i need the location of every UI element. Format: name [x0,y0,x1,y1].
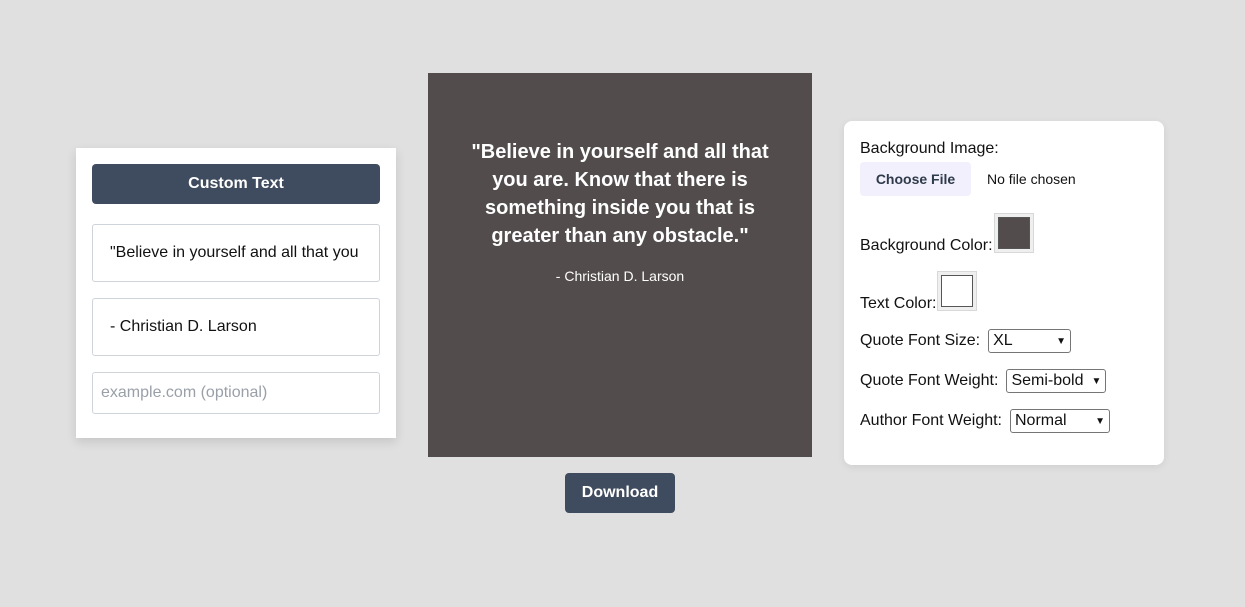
quote-preview-canvas: "Believe in yourself and all that you ar… [428,73,812,457]
author-font-weight-value: Normal [1015,412,1067,429]
quote-font-weight-label: Quote Font Weight: [860,372,999,389]
text-color-swatch [941,275,974,307]
background-color-picker[interactable] [993,213,1034,253]
text-color-row: Text Color: [860,271,978,313]
settings-panel: Background Image: Choose File No file ch… [844,121,1164,465]
file-status-text: No file chosen [987,171,1076,187]
text-editor-card: Custom Text [76,148,396,438]
background-color-row: Background Color: [860,213,1034,255]
quote-font-weight-select[interactable]: Semi-bold ▼ [1006,369,1107,393]
quote-font-weight-row: Quote Font Weight: Semi-bold ▼ [860,369,1107,393]
quote-font-size-value: XL [993,332,1013,349]
choose-file-button[interactable]: Choose File [860,162,971,196]
background-image-label: Background Image: [860,140,999,157]
background-color-swatch [997,217,1030,249]
background-image-file-picker: Choose File No file chosen [860,162,1076,196]
preview-author-text: - Christian D. Larson [555,268,685,284]
text-color-label: Text Color: [860,295,937,312]
website-input[interactable] [92,372,380,414]
quote-image-generator: Custom Text "Believe in yourself and all… [0,0,1245,607]
quote-font-size-label: Quote Font Size: [860,332,981,349]
chevron-down-icon: ▼ [1091,375,1102,387]
text-color-picker[interactable] [937,271,978,311]
preview-quote-text: "Believe in yourself and all that you ar… [471,141,769,247]
chevron-down-icon: ▼ [1056,335,1067,347]
chevron-down-icon: ▼ [1095,415,1105,427]
custom-text-button[interactable]: Custom Text [92,164,380,204]
quote-font-size-row: Quote Font Size: XL ▼ [860,329,1072,353]
quote-font-size-select[interactable]: XL ▼ [988,329,1072,353]
download-button[interactable]: Download [565,473,675,513]
author-input[interactable] [92,298,380,356]
quote-font-weight-value: Semi-bold [1011,372,1084,389]
author-font-weight-label: Author Font Weight: [860,412,1002,429]
author-font-weight-row: Author Font Weight: Normal ▼ [860,409,1110,433]
author-font-weight-select[interactable]: Normal ▼ [1010,409,1110,433]
background-color-label: Background Color: [860,237,993,254]
quote-input[interactable] [92,224,380,282]
